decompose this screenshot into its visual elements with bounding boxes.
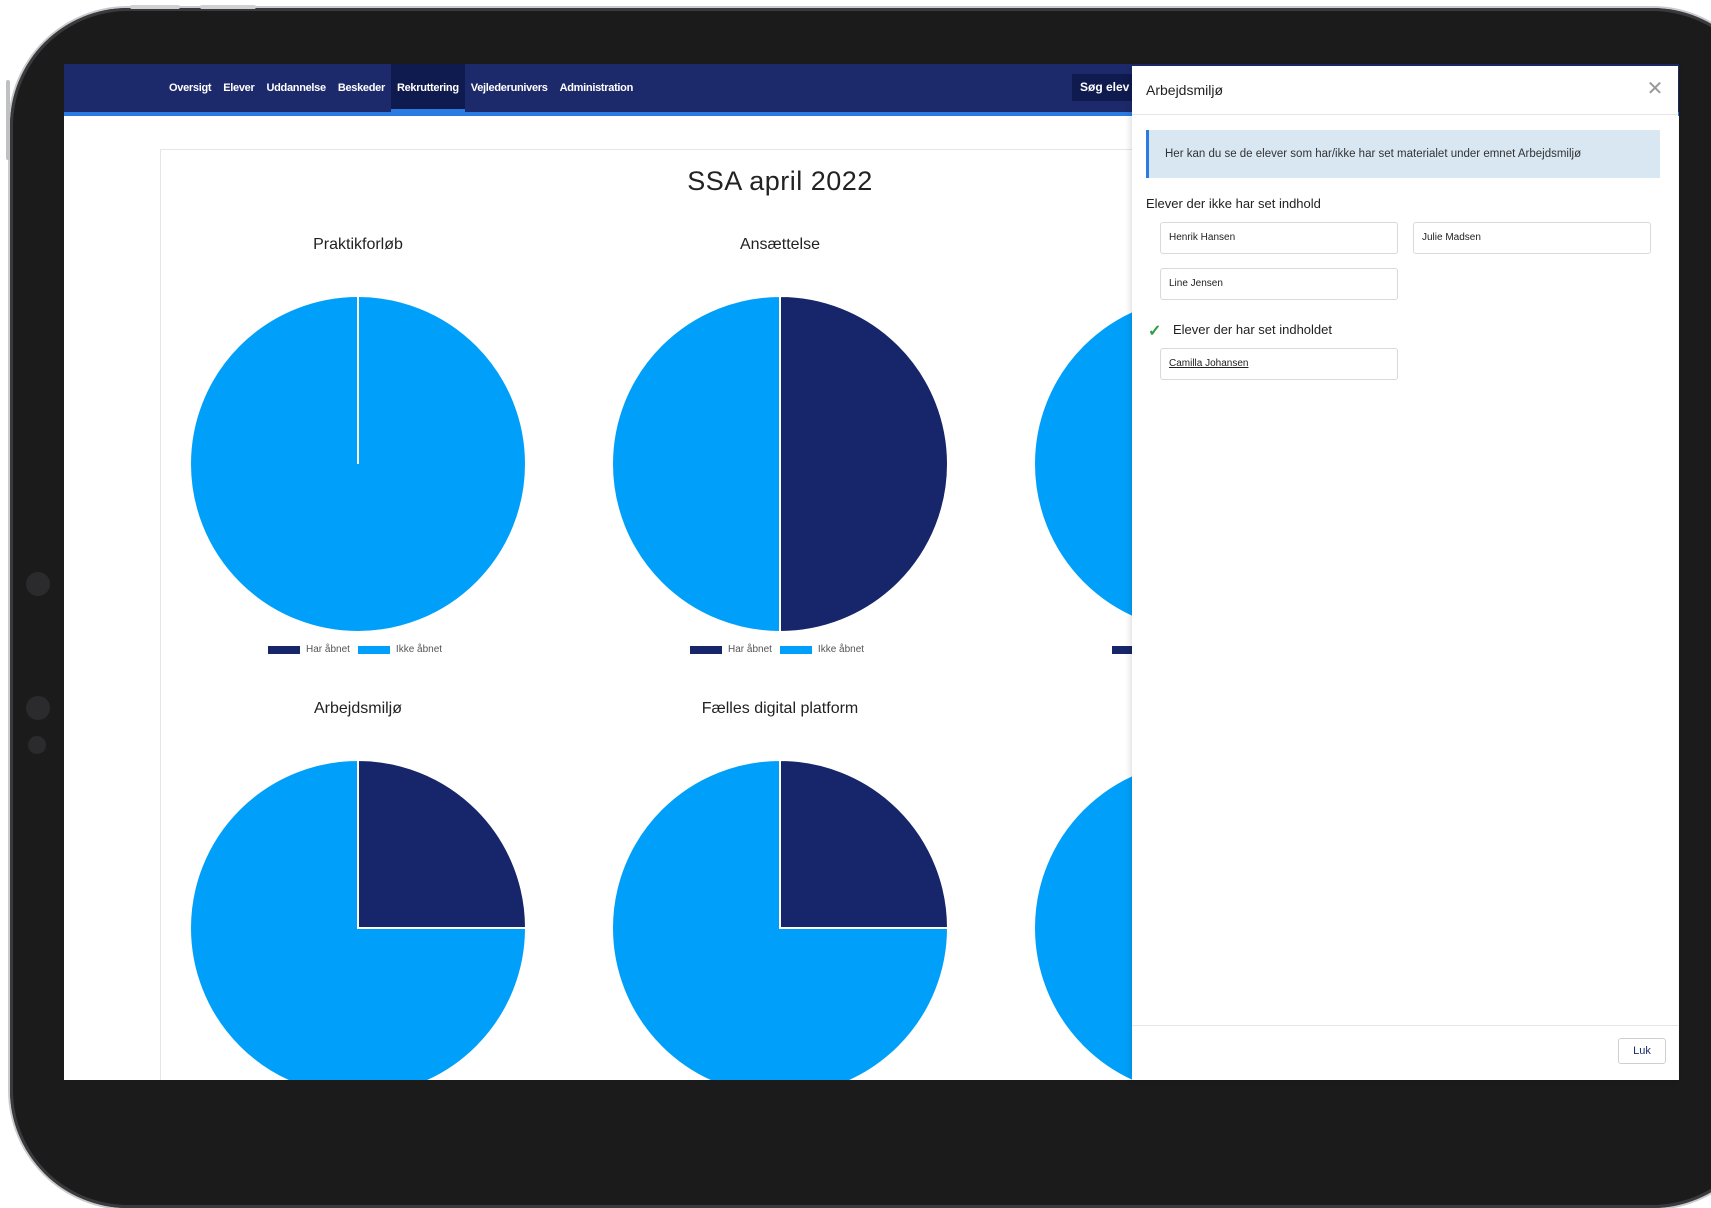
legend-swatch [779,645,812,654]
panel-footer: Luk [1132,1025,1678,1080]
checkmark-icon: ✓ [1148,323,1162,340]
nav-menu: Oversigt Elever Uddannelse Beskeder Rekrutte… [163,64,639,112]
student-link[interactable]: Camilla Johansen [1160,348,1398,380]
legend-label: Har åbnet [306,644,350,655]
nav-item-rekruttering[interactable]: Rekruttering [390,64,465,112]
legend-label: Har åbnet [728,644,772,655]
volume-button [200,5,256,9]
nav-item-oversigt[interactable]: Oversigt [163,64,217,112]
student-chip: Julie Madsen [1413,222,1651,254]
panel-header: Arbejdsmiljø ✕ [1132,66,1678,115]
sensor-icon [28,736,46,754]
not-seen-heading: Elever der ikke har set indhold [1146,196,1321,211]
chart-legend: Har åbnet Ikke åbnet [268,644,450,655]
info-banner: Her kan du se de elever som har/ikke har… [1146,130,1660,178]
legend-swatch [357,645,390,654]
chart-title: Ansættelse [739,236,821,253]
legend-swatch [268,645,300,654]
legend-swatch [690,645,722,654]
nav-item-elever[interactable]: Elever [217,64,260,112]
nav-item-beskeder[interactable]: Beskeder [332,64,391,112]
student-chip: Line Jensen [1160,268,1398,300]
student-chip: Henrik Hansen [1160,222,1398,254]
nav-item-administration[interactable]: Administration [554,64,639,112]
chart-title: Praktikforløb [313,236,403,253]
camera-icon [26,696,50,720]
camera-icon [26,572,50,596]
pie-chart[interactable] [64,64,1371,1080]
nav-item-uddannelse[interactable]: Uddannelse [260,64,331,112]
chart-title: Arbejdsmiljø [313,700,402,717]
side-panel: Arbejdsmiljø ✕ Her kan du se de elever s… [1132,66,1678,1080]
close-button[interactable]: Luk [1618,1038,1666,1064]
chart-legend: Har åbnet Ikke åbnet [690,644,872,655]
seen-heading: Elever der har set indholdet [1173,322,1332,337]
legend-label: Ikke åbnet [817,644,865,655]
legend-label: Ikke åbnet [395,644,443,655]
chart-title: Fælles digital platform [701,700,859,717]
volume-button [130,5,180,9]
nav-item-vejlederunivers[interactable]: Vejlederunivers [465,64,554,112]
search-student-button[interactable]: Søg elev [1072,74,1138,101]
power-button [6,80,10,160]
close-icon[interactable]: ✕ [1642,76,1668,102]
panel-title: Arbejdsmiljø [1146,82,1224,98]
